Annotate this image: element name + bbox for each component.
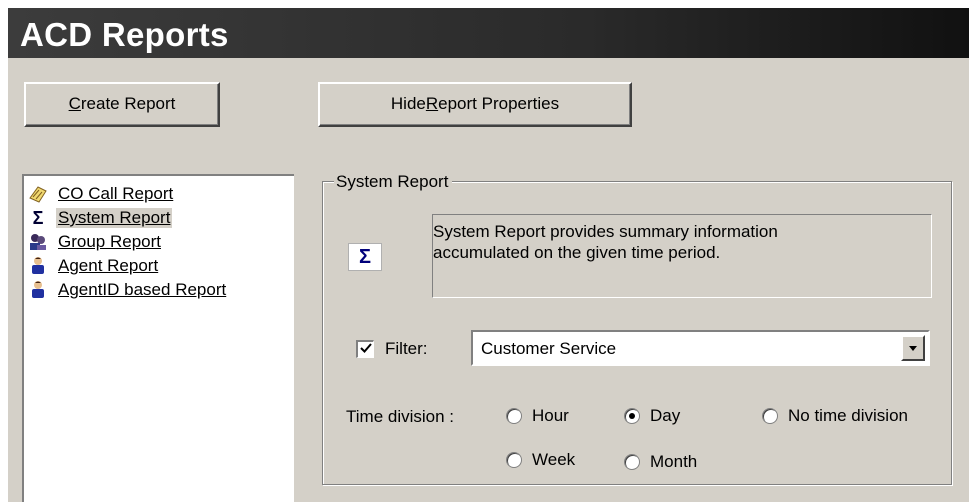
create-label: reate Report <box>80 94 176 113</box>
radio-month[interactable]: Month <box>624 452 697 472</box>
report-description: System Report provides summary informati… <box>432 214 932 298</box>
window-frame-top <box>0 0 969 8</box>
phone-book-icon <box>28 184 48 204</box>
filter-select-value: Customer Service <box>481 339 617 358</box>
radio-button[interactable] <box>762 408 778 424</box>
hide-label-pre: Hide <box>390 94 426 113</box>
radio-hour[interactable]: Hour <box>506 406 569 426</box>
app-title: ACD Reports <box>8 8 969 58</box>
filter-label: Filter: <box>385 339 428 358</box>
radio-label: Week <box>532 450 576 469</box>
radio-button[interactable] <box>506 408 522 424</box>
window-frame-left <box>0 0 8 502</box>
report-item-label: Agent Report <box>58 256 159 275</box>
radio-day[interactable]: Day <box>624 406 680 426</box>
checkmark-icon <box>359 343 372 353</box>
filter-checkbox[interactable] <box>356 340 374 358</box>
radio-label: Hour <box>532 406 569 425</box>
radio-button[interactable] <box>506 452 522 468</box>
radio-week[interactable]: Week <box>506 450 575 470</box>
report-item-label: AgentID based Report <box>58 280 227 299</box>
group-title: System Report <box>334 172 453 192</box>
radio-label: No time division <box>788 406 908 425</box>
hide-report-properties-button[interactable]: Hide Report Properties <box>318 82 632 127</box>
report-list[interactable]: CO Call Report Σ System Report Group Rep… <box>22 174 294 502</box>
agent-icon <box>28 256 48 276</box>
report-item-label: System Report <box>56 208 173 228</box>
filter-select[interactable]: Customer Service <box>471 330 930 366</box>
radio-no-time-division[interactable]: No time division <box>762 406 908 426</box>
report-item-agent-id[interactable]: AgentID based Report <box>24 278 294 302</box>
group-icon <box>28 232 48 252</box>
report-item-group[interactable]: Group Report <box>24 230 294 254</box>
radio-label: Month <box>650 452 698 471</box>
create-report-button[interactable]: Create Report <box>24 82 220 127</box>
create-accel: C <box>68 94 81 113</box>
report-item-label: CO Call Report <box>58 184 174 203</box>
hide-accel: R <box>425 94 439 113</box>
description-line: System Report provides summary informati… <box>433 222 778 241</box>
radio-label: Day <box>650 406 681 425</box>
report-item-label: Group Report <box>58 232 161 251</box>
report-item-agent[interactable]: Agent Report <box>24 254 294 278</box>
radio-button[interactable] <box>624 408 640 424</box>
radio-button[interactable] <box>624 454 640 470</box>
dropdown-button[interactable] <box>901 335 925 361</box>
report-item-co-call[interactable]: CO Call Report <box>24 182 294 206</box>
description-line: accumulated on the given time period. <box>433 243 721 262</box>
hide-label-rest: eport Properties <box>438 94 560 113</box>
report-item-system[interactable]: Σ System Report <box>24 206 294 230</box>
chevron-down-icon <box>909 345 917 351</box>
sigma-icon: Σ <box>348 243 382 271</box>
agent-id-icon <box>28 280 48 300</box>
time-division-label: Time division : <box>346 407 455 426</box>
sigma-icon: Σ <box>32 208 44 228</box>
